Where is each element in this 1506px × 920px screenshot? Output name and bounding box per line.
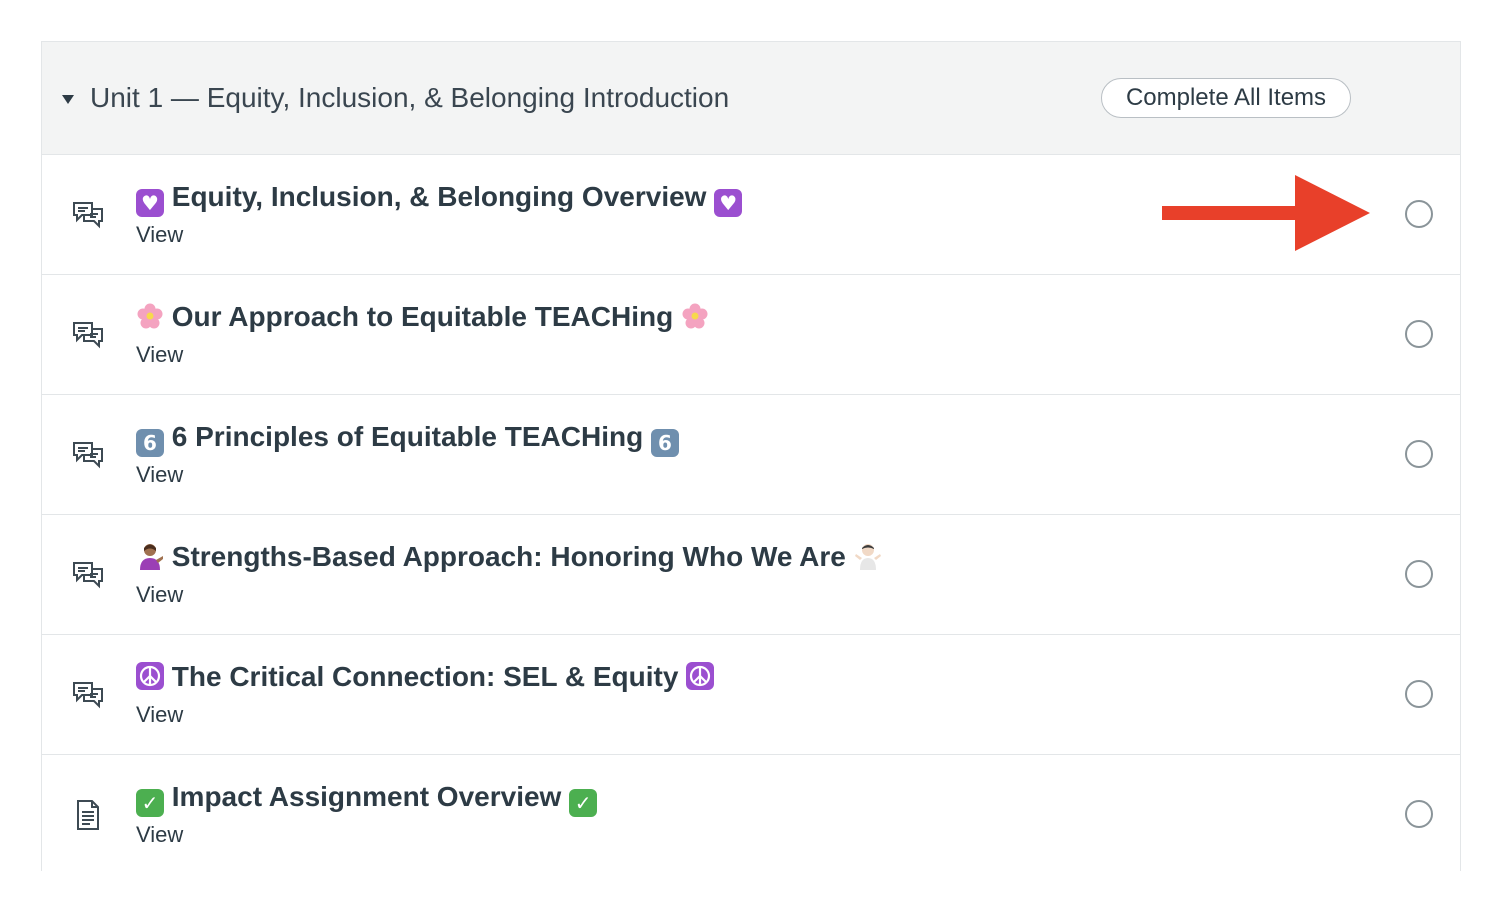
heart-emoji-icon: ♥ [714,189,743,217]
module-item: The Critical Connection: SEL & Equity Vi… [42,635,1460,755]
item-title-link[interactable]: Strengths-Based Approach: Honoring Who W… [136,539,882,575]
item-view-link[interactable]: View [136,341,183,369]
item-view-link[interactable]: View [136,221,183,249]
module-container: Unit 1 — Equity, Inclusion, & Belonging … [41,41,1461,875]
blossom-emoji-icon [681,302,709,330]
keycap-six-emoji-icon: 6 [136,429,164,457]
item-title-link[interactable]: 6 6 Principles of Equitable TEACHing 6 [136,419,679,457]
annotation-arrow-icon [1162,175,1370,251]
item-title-text: 6 Principles of Equitable TEACHing [171,421,644,452]
blossom-emoji-icon [136,302,164,330]
item-title-link[interactable]: The Critical Connection: SEL & Equity [136,659,715,695]
item-title-text: The Critical Connection: SEL & Equity [171,661,679,692]
person-tipping-hand-emoji-icon [136,542,164,570]
item-view-link[interactable]: View [136,581,183,609]
item-title-link[interactable]: ✓ Impact Assignment Overview ✓ [136,779,598,817]
module-item: Our Approach to Equitable TEACHing View [42,275,1460,395]
mark-complete-checkbox[interactable] [1405,200,1433,228]
check-mark-emoji-icon: ✓ [136,789,164,817]
module-item: Strengths-Based Approach: Honoring Who W… [42,515,1460,635]
person-shrugging-emoji-icon [854,542,882,570]
complete-all-items-button[interactable]: Complete All Items [1101,78,1351,118]
page-icon [70,797,106,833]
check-mark-emoji-icon: ✓ [569,789,598,817]
item-title-text: Our Approach to Equitable TEACHing [171,301,674,332]
module-item: 6 6 Principles of Equitable TEACHing 6 V… [42,395,1460,515]
item-title-link[interactable]: ♥ Equity, Inclusion, & Belonging Overvie… [136,179,743,217]
peace-symbol-emoji-icon [686,662,715,690]
mark-complete-checkbox[interactable] [1405,800,1433,828]
mark-complete-checkbox[interactable] [1405,560,1433,588]
module-title: Unit 1 — Equity, Inclusion, & Belonging … [90,82,730,113]
caret-down-icon[interactable] [62,95,74,104]
heart-emoji-icon: ♥ [136,189,164,217]
item-view-link[interactable]: View [136,821,183,849]
item-view-link[interactable]: View [136,461,183,489]
mark-complete-checkbox[interactable] [1405,440,1433,468]
item-title-text: Strengths-Based Approach: Honoring Who W… [171,541,846,572]
module-item: ✓ Impact Assignment Overview ✓ View [42,755,1460,875]
item-view-link[interactable]: View [136,701,183,729]
discussion-icon [70,317,106,353]
discussion-icon [70,197,106,233]
item-title-link[interactable]: Our Approach to Equitable TEACHing [136,299,709,335]
mark-complete-checkbox[interactable] [1405,320,1433,348]
item-title-text: Impact Assignment Overview [171,781,562,812]
discussion-icon [70,437,106,473]
keycap-six-emoji-icon: 6 [650,429,679,457]
module-header[interactable]: Unit 1 — Equity, Inclusion, & Belonging … [42,42,1460,155]
mark-complete-checkbox[interactable] [1405,680,1433,708]
peace-symbol-emoji-icon [136,662,164,690]
discussion-icon [70,677,106,713]
discussion-icon [70,557,106,593]
item-title-text: Equity, Inclusion, & Belonging Overview [171,181,707,212]
